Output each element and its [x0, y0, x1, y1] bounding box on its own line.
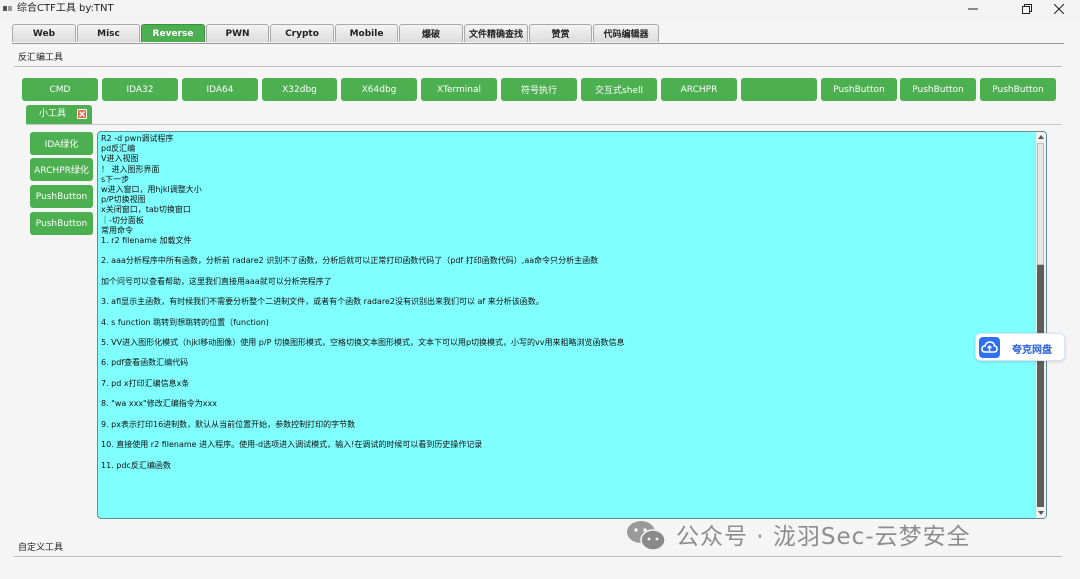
close-tab-icon[interactable] [77, 109, 87, 119]
tab-small-tools[interactable]: 小工具 [26, 105, 92, 124]
app-icon [3, 6, 12, 11]
group-title-disassembly: 反汇编工具 [18, 53, 64, 63]
tab-misc[interactable]: Misc [77, 24, 140, 42]
group-header-disassembly: 反汇编工具 [14, 51, 1062, 67]
notes-line: 4. s function 跳转到想跳转的位置（function) [101, 317, 269, 327]
notes-line [101, 287, 1031, 297]
push-button-1[interactable]: PushButton [821, 78, 897, 101]
tab-brute-force[interactable]: 爆破 [399, 24, 463, 42]
notes-line: 5. VV进入图形化模式（hjkl移动图像）使用 p/P 切换图形模式，空格切换… [101, 338, 625, 348]
cmd-button[interactable]: CMD [22, 78, 98, 101]
notes-line: 6. pdf查看函数汇编代码 [101, 358, 189, 368]
tab-reverse[interactable]: Reverse [141, 24, 205, 42]
scroll-up-icon[interactable] [1038, 134, 1044, 140]
quark-cloud-widget[interactable]: 夸克网盘 [975, 333, 1065, 361]
interactive-shell-button[interactable]: 交互式shell [581, 78, 657, 101]
side-push-button-2[interactable]: PushButton [30, 212, 93, 235]
close-button[interactable] [1038, 0, 1080, 18]
notes-text: R2 -d pwn调试程序 pd反汇编 V进入视图！ 进入图形界面 s下一步 w进入窗口… [101, 134, 1031, 471]
notes-line: p/P切换视图 [101, 195, 146, 205]
tab-donate[interactable]: 赞赏 [529, 24, 592, 42]
restore-icon [1022, 4, 1032, 14]
notes-line: 9. px表示打印16进制数，默认从当前位置开始，参数控制打印的字节数 [101, 419, 356, 429]
archpr-button[interactable]: ARCHPR [661, 78, 737, 101]
tab-web[interactable]: Web [12, 24, 76, 42]
notes-text-area[interactable]: R2 -d pwn调试程序 pd反汇编 V进入视图！ 进入图形界面 s下一步 w进入窗口… [97, 131, 1047, 519]
tab-mobile[interactable]: Mobile [335, 24, 398, 42]
side-push-button-1[interactable]: PushButton [30, 185, 93, 208]
notes-line: 3. afl显示主函数，有时候我们不需要分析整个二进制文件，或者有个函数 rad… [101, 297, 544, 307]
group-title-custom: 自定义工具 [18, 543, 64, 553]
push-button-2[interactable]: PushButton [900, 78, 976, 101]
sub-tab-pane-border [26, 124, 1062, 125]
x64dbg-button[interactable]: X64dbg [341, 78, 417, 101]
scrollbar-thumb[interactable] [1037, 143, 1044, 265]
close-icon [1054, 4, 1064, 14]
notes-line: x关闭窗口，tab切换窗口 [101, 205, 191, 215]
notes-line: V进入视图 [101, 154, 139, 164]
notes-line: w进入窗口，用hjkl调整大小 [101, 185, 202, 195]
notes-line: 2. aaa分析程序中所有函数，分析前 radare2 识别不了函数，分析后就可… [101, 256, 599, 266]
notes-line: 10. 直接使用 r2 filename 进入程序。使用-d选项进入调试模式，输… [101, 440, 483, 450]
notes-line [101, 430, 1031, 440]
vertical-scrollbar[interactable] [1035, 132, 1046, 518]
quark-cloud-label: 夸克网盘 [1012, 345, 1052, 356]
ida32-button[interactable]: IDA32 [102, 78, 178, 101]
window-title: 综合CTF工具 by:TNT [17, 3, 114, 14]
tab-small-tools-label: 小工具 [39, 109, 67, 119]
symbolic-execution-button[interactable]: 符号执行 [501, 78, 577, 101]
archpr-green-button[interactable]: ARCHPR绿化 [30, 158, 93, 181]
notes-line: ｜-切分面板 [101, 215, 144, 225]
main-tab-bar: Web Misc Reverse PWN Crypto Mobile 爆破 文件… [0, 24, 1080, 44]
watermark-text: 公众号 · 泷羽Sec-云梦安全 [676, 524, 971, 550]
notes-line: R2 -d pwn调试程序 [101, 134, 174, 143]
tab-pane-border [12, 43, 1064, 44]
notes-line [101, 450, 1031, 460]
x32dbg-button[interactable]: X32dbg [262, 78, 337, 101]
scroll-down-icon[interactable] [1038, 510, 1044, 516]
title-bar: 综合CTF工具 by:TNT [0, 0, 1080, 18]
notes-line: 加个问号可以查看帮助，这里我们直接用aaa就可以分析完程序了 [101, 276, 332, 286]
notes-line [101, 267, 1031, 277]
tab-pwn[interactable]: PWN [206, 24, 269, 42]
push-button-3[interactable]: PushButton [980, 78, 1056, 101]
cloud-icon [979, 337, 1000, 358]
notes-line [101, 409, 1031, 419]
notes-line [101, 348, 1031, 358]
tab-file-search[interactable]: 文件精确查找 [464, 24, 528, 42]
tab-code-editor[interactable]: 代码编辑器 [593, 24, 659, 42]
minimize-button[interactable] [952, 0, 994, 18]
notes-line: 11. pdc反汇编函数 [101, 460, 171, 470]
notes-line [101, 369, 1031, 379]
wechat-icon [627, 521, 666, 551]
notes-line: 8. "wa xxx"修改汇编指令为xxx [101, 399, 217, 409]
notes-line: 1. r2 filename 加载文件 [101, 236, 192, 246]
notes-line [101, 307, 1031, 317]
minimize-icon [968, 8, 978, 10]
xterminal-button[interactable]: XTerminal [421, 78, 497, 101]
notes-line: pd反汇编 [101, 144, 136, 154]
notes-line: 常用命令 [101, 225, 133, 235]
tab-crypto[interactable]: Crypto [270, 24, 334, 42]
notes-line [101, 246, 1031, 256]
blank-button[interactable] [741, 78, 817, 101]
notes-line: s下一步 [101, 174, 130, 184]
ida-green-button[interactable]: IDA绿化 [30, 132, 93, 155]
notes-line [101, 389, 1031, 399]
notes-line: 7. pd x打印汇编信息x条 [101, 378, 190, 388]
notes-line [101, 328, 1031, 338]
notes-line: ！ 进入图形界面 [101, 164, 160, 174]
ida64-button[interactable]: IDA64 [182, 78, 258, 101]
